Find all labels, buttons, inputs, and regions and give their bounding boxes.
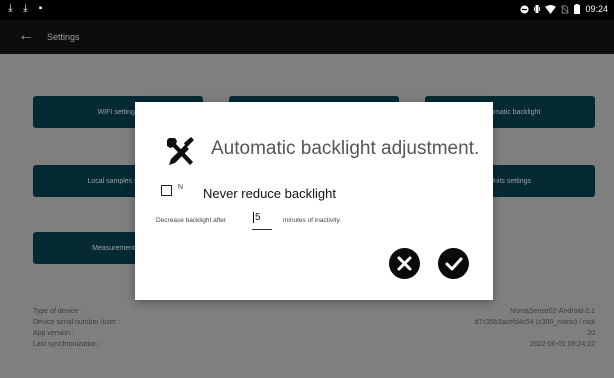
status-time: 09:24 — [585, 4, 608, 14]
dialog-title: Automatic backlight adjustment. — [211, 138, 480, 159]
arrow-left-icon[interactable]: ← — [18, 27, 34, 45]
wifi-icon — [545, 4, 557, 14]
close-circle-icon — [397, 256, 412, 271]
status-bar: ⤓ ⤓ ▪ 09:24 — [0, 0, 614, 20]
info-row-last-sync: Last synchronization :2022-06-01 09:24:2… — [33, 341, 595, 348]
info-row-app-version: App version :20 — [33, 330, 595, 337]
status-right-icons: 09:24 — [520, 4, 608, 14]
battery-icon — [574, 4, 581, 14]
no-sim-icon — [561, 4, 570, 14]
vibrate-icon — [534, 5, 541, 13]
checkbox-small-label: N — [178, 184, 184, 191]
text-caret — [253, 212, 254, 223]
status-left-icons: ⤓ ⤓ ▪ — [6, 3, 45, 14]
info-row-type: Type of device : NomaSense02-Android-2.1 — [33, 308, 595, 315]
confirm-button[interactable] — [438, 248, 469, 279]
backlight-dialog: Automatic backlight adjustment. N Never … — [135, 102, 493, 300]
download-icon: ⤓ — [8, 3, 13, 14]
page-title: Settings — [47, 32, 80, 42]
minus-circle-icon — [520, 4, 530, 14]
tools-icon — [167, 137, 194, 165]
check-circle-icon — [445, 257, 463, 271]
app-bar: ← Settings — [0, 20, 614, 54]
never-reduce-label: Never reduce backlight — [203, 186, 336, 201]
decrease-label: Decrease backlight after — [156, 217, 227, 224]
download-icon: ⤓ — [23, 3, 28, 14]
device-info: Type of device : NomaSense02-Android-2.1 … — [33, 306, 595, 350]
never-reduce-checkbox[interactable] — [161, 185, 172, 196]
image-icon: ▪ — [38, 3, 43, 14]
minutes-input[interactable]: 5 — [252, 212, 272, 230]
info-row-serial: Device serial number /user : d7c35b3acefd… — [33, 319, 595, 326]
minutes-label: minutes of inactivity. — [283, 217, 342, 224]
cancel-button[interactable] — [389, 248, 420, 279]
